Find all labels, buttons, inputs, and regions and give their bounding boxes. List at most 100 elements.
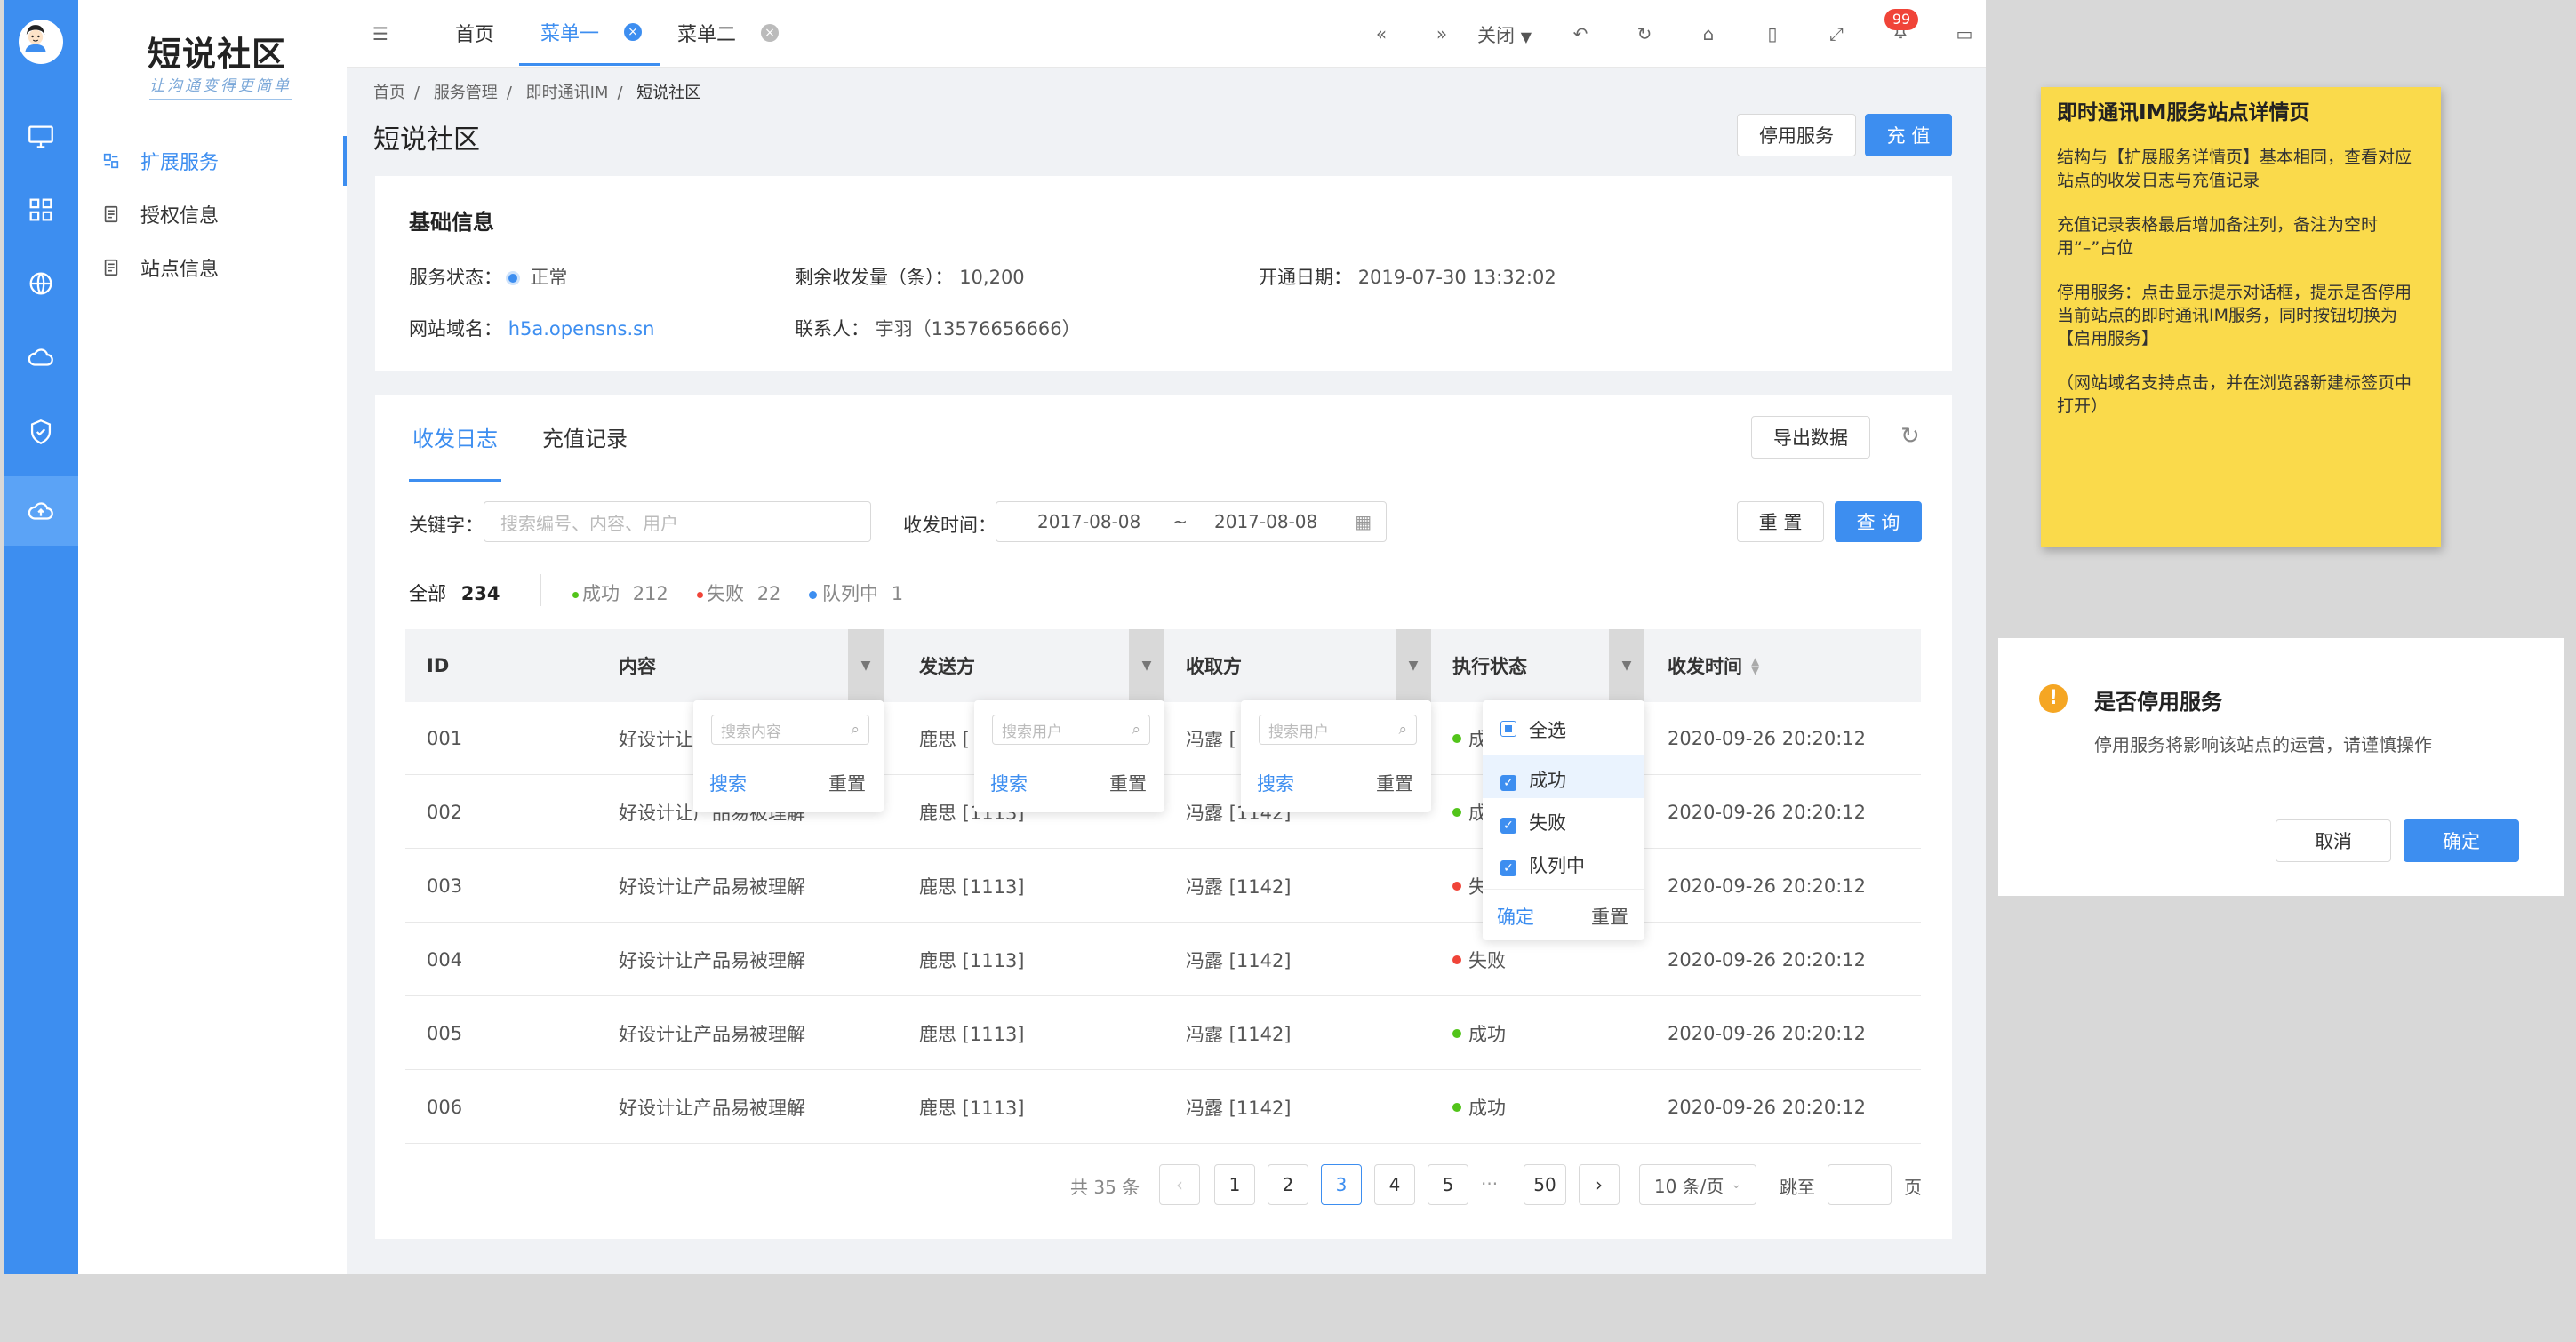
filter-confirm-button[interactable]: 确定: [1497, 903, 1534, 930]
table-row[interactable]: 006 好设计让产品易被理解 鹿思 [1113] 冯露 [1142] 成功 2020-09…: [405, 1071, 1921, 1144]
filter-icon[interactable]: ▼: [848, 629, 884, 702]
page-button[interactable]: 5: [1428, 1164, 1468, 1205]
app-window: 短说社区 让沟通变得更简单 扩展服务 授权信息 站点信息 ☰ 首页 菜单一 × …: [4, 0, 1986, 1274]
breadcrumb-item[interactable]: 即时通讯IM: [526, 84, 609, 102]
document-icon: [104, 205, 118, 223]
filter-reset-button[interactable]: 重置: [828, 770, 866, 796]
cell-time: 2020-09-26 20:20:12: [1668, 1071, 1866, 1144]
cell-receiver-text: 冯露 [: [1186, 729, 1236, 750]
scroll-left-icon[interactable]: «: [1369, 21, 1394, 46]
scroll-right-icon[interactable]: »: [1429, 21, 1454, 46]
tab-menu-one[interactable]: 菜单一 ×: [519, 0, 660, 66]
time-label: 收发时间：: [903, 515, 996, 536]
breadcrumb-item[interactable]: 首页: [373, 84, 405, 102]
avatar[interactable]: [19, 20, 63, 64]
column-time[interactable]: 收发时间 ▲ ▼: [1668, 629, 1759, 702]
table-row[interactable]: 004 好设计让产品易被理解 鹿思 [1113] 冯露 [1142] 失败 2020-09…: [405, 923, 1921, 996]
confirm-button[interactable]: 确定: [2404, 819, 2519, 862]
query-button[interactable]: 查 询: [1835, 501, 1922, 542]
jump-label: 跳至: [1780, 1177, 1815, 1198]
menu-fold-icon[interactable]: ☰: [368, 21, 393, 46]
page-button-current[interactable]: 3: [1321, 1164, 1362, 1205]
summary-fail[interactable]: 失败 22: [697, 579, 780, 606]
cell-content-text: 好设计让产品易被理解: [619, 1024, 805, 1045]
sender-filter-input[interactable]: 搜索用户 ⌕: [992, 715, 1150, 745]
page-size-select[interactable]: 10 条/页 ⌄: [1639, 1164, 1756, 1205]
refresh-icon[interactable]: ↻: [1900, 423, 1920, 450]
shield-icon[interactable]: [4, 400, 78, 464]
sort-icon[interactable]: ▲ ▼: [1751, 656, 1759, 675]
note-paragraph: 结构与【扩展服务详情页】基本相同，查看对应站点的收发日志与充值记录: [2057, 148, 2412, 190]
breadcrumb-item[interactable]: 服务管理: [434, 84, 498, 102]
filter-icon[interactable]: ▼: [1396, 629, 1431, 702]
close-icon[interactable]: ×: [761, 24, 780, 42]
keyword-input[interactable]: 搜索编号、内容、用户: [484, 501, 871, 542]
mobile-icon[interactable]: ▯: [1760, 21, 1785, 46]
table-row[interactable]: 003 好设计让产品易被理解 鹿思 [1113] 冯露 [1142] 失 2020-09-…: [405, 850, 1921, 923]
recharge-button[interactable]: 充 值: [1865, 114, 1952, 156]
cell-id-text: 001: [427, 728, 463, 749]
status-option-fail[interactable]: ✓ 失败: [1500, 809, 1566, 835]
jump-input[interactable]: [1828, 1164, 1892, 1205]
summary-all[interactable]: 全部 234: [409, 579, 500, 606]
filter-reset-button[interactable]: 重置: [1376, 770, 1413, 796]
grid-icon[interactable]: [4, 178, 78, 242]
remaining-quota: 剩余收发量（条）： 10,200: [795, 263, 1025, 290]
basic-info-title: 基础信息: [409, 210, 494, 235]
reset-button[interactable]: 重 置: [1737, 501, 1824, 542]
sidebar-item-site[interactable]: 站点信息: [78, 243, 347, 292]
next-page-button[interactable]: ›: [1579, 1164, 1620, 1205]
globe-icon[interactable]: [4, 252, 78, 316]
cell-receiver-text: 冯露 [1142]: [1186, 1098, 1292, 1119]
content-filter-input[interactable]: 搜索内容 ⌕: [711, 715, 869, 745]
status-option-queue[interactable]: ✓ 队列中: [1500, 851, 1585, 878]
refresh-icon[interactable]: ↻: [1632, 21, 1657, 46]
table-row[interactable]: 005 好设计让产品易被理解 鹿思 [1113] 冯露 [1142] 成功 2020-09…: [405, 997, 1921, 1070]
contact-label: 联系人：: [795, 318, 869, 339]
domain-link[interactable]: h5a.opensns.sn: [508, 318, 655, 339]
summary-success[interactable]: 成功 212: [572, 579, 668, 606]
date-range-picker[interactable]: 2017-08-08 ~ 2017-08-08 ▦: [996, 501, 1387, 542]
page-button[interactable]: 1: [1214, 1164, 1255, 1205]
tab-menu-two[interactable]: 菜单二 ×: [667, 0, 789, 66]
filter-search-button[interactable]: 搜索: [1257, 770, 1294, 796]
filter-icon[interactable]: ▼: [1609, 629, 1644, 702]
date-from[interactable]: 2017-08-08: [1037, 511, 1140, 532]
sidebar-item-license[interactable]: 授权信息: [78, 189, 347, 239]
stop-service-button[interactable]: 停用服务: [1737, 114, 1856, 156]
fullscreen-icon[interactable]: ⤢: [1824, 21, 1849, 46]
summary-queue[interactable]: 队列中 1: [809, 579, 903, 606]
cloud-upload-icon[interactable]: [4, 476, 78, 546]
page-button[interactable]: 4: [1374, 1164, 1415, 1205]
page-button[interactable]: 2: [1268, 1164, 1308, 1205]
pagination-ellipsis[interactable]: ···: [1481, 1173, 1498, 1194]
filter-reset-button[interactable]: 重置: [1591, 903, 1628, 930]
filter-search-button[interactable]: 搜索: [709, 770, 747, 796]
receiver-filter-popover: 搜索用户 ⌕ 搜索 重置: [1241, 700, 1431, 812]
sidebar-item-extension[interactable]: 扩展服务: [78, 136, 347, 186]
export-button[interactable]: 导出数据: [1751, 416, 1870, 459]
cloud-icon[interactable]: [4, 325, 78, 389]
select-all-checkbox[interactable]: 全选: [1500, 716, 1566, 743]
tab-send-log[interactable]: 收发日志: [409, 421, 501, 482]
cell-status-text: 失败: [1468, 950, 1506, 971]
prev-page-button[interactable]: ‹: [1159, 1164, 1200, 1205]
summary-success-count: 212: [632, 583, 668, 604]
undo-icon[interactable]: ↶: [1568, 21, 1593, 46]
filter-search-button[interactable]: 搜索: [990, 770, 1028, 796]
tab-home[interactable]: 首页: [444, 0, 505, 66]
close-icon[interactable]: ×: [624, 22, 643, 41]
monitor-icon[interactable]: [4, 105, 78, 169]
logo: 短说社区: [148, 34, 287, 74]
receiver-filter-input[interactable]: 搜索用户 ⌕: [1259, 715, 1417, 745]
close-dropdown[interactable]: 关闭 ▼: [1477, 21, 1532, 48]
page-button-last[interactable]: 50: [1524, 1164, 1566, 1205]
date-to[interactable]: 2017-08-08: [1214, 511, 1317, 532]
filter-icon[interactable]: ▼: [1129, 629, 1164, 702]
screen-icon[interactable]: ▭: [1952, 21, 1977, 46]
cancel-button[interactable]: 取消: [2276, 819, 2391, 862]
filter-reset-button[interactable]: 重置: [1109, 770, 1147, 796]
tab-recharge-record[interactable]: 充值记录: [539, 421, 631, 452]
status-option-success[interactable]: ✓ 成功: [1500, 766, 1566, 793]
home-icon[interactable]: ⌂: [1696, 21, 1721, 46]
